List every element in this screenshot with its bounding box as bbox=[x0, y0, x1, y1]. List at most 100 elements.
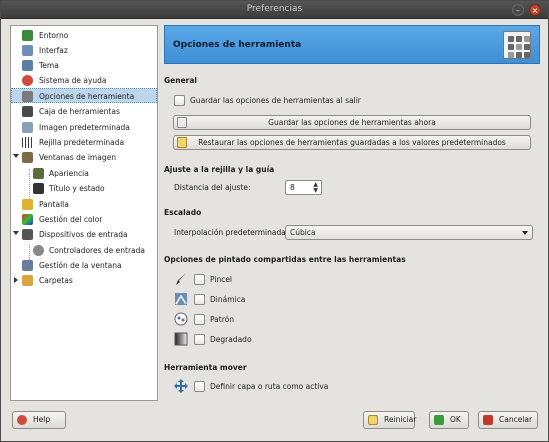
sidebar-item-caja-de-herramientas[interactable]: Caja de herramientas bbox=[11, 104, 157, 119]
share-gradient-checkbox[interactable] bbox=[194, 334, 205, 345]
share-gradient-label: Degradado bbox=[210, 335, 252, 344]
sidebar-item-label: Rejilla predeterminada bbox=[39, 138, 125, 147]
save-on-exit-label: Guardar las opciones de herramientas al … bbox=[190, 96, 361, 105]
expander-closed-icon[interactable] bbox=[14, 277, 18, 283]
share-pattern-checkbox[interactable] bbox=[194, 314, 205, 325]
save-now-label: Guardar las opciones de herramientas aho… bbox=[268, 118, 436, 127]
section-paint-options-title: Opciones de pintado compartidas entre la… bbox=[164, 255, 406, 264]
input-controllers-icon bbox=[33, 245, 44, 256]
section-move-tool-title: Herramienta mover bbox=[164, 363, 247, 372]
color-management-icon bbox=[22, 214, 33, 225]
sidebar-item-label: Carpetas bbox=[39, 276, 73, 285]
save-on-exit-checkbox[interactable] bbox=[174, 95, 185, 106]
help-system-icon bbox=[22, 75, 33, 86]
tool-options-panel: Opciones de herramienta General Guardar … bbox=[164, 25, 540, 401]
help-label: Help bbox=[33, 415, 51, 424]
expander-open-icon[interactable] bbox=[13, 231, 19, 235]
interpolation-value: Cúbica bbox=[290, 228, 316, 237]
sidebar-item-label: Tema bbox=[39, 61, 59, 70]
sidebar-item-label: Controladores de entrada bbox=[49, 246, 145, 255]
snap-distance-stepper[interactable]: 8 ▲ ▼ bbox=[285, 180, 322, 195]
default-image-icon bbox=[22, 122, 33, 133]
help-icon bbox=[17, 415, 27, 425]
share-pattern-label: Patrón bbox=[210, 315, 234, 324]
tool-options-large-icon bbox=[503, 31, 531, 59]
sidebar-item-tema[interactable]: Tema bbox=[11, 58, 157, 73]
cancel-label: Cancelar bbox=[499, 415, 533, 424]
sidebar-item-ventanas-de-imagen[interactable]: Ventanas de imagen bbox=[11, 150, 157, 165]
reset-button[interactable]: Reiniciar bbox=[363, 411, 417, 429]
sidebar-item-sistema-de-ayuda[interactable]: Sistema de ayuda bbox=[11, 73, 157, 88]
restore-label: Restaurar las opciones de herramientas g… bbox=[198, 138, 506, 147]
sidebar-item-carpetas[interactable]: Carpetas bbox=[11, 273, 157, 288]
share-brush-label: Pincel bbox=[210, 275, 233, 284]
title-bar[interactable]: Preferencias – × bbox=[1, 1, 548, 19]
restore-defaults-button[interactable]: Restaurar las opciones de herramientas g… bbox=[173, 135, 531, 150]
sidebar-item-controladores-de-entrada[interactable]: Controladores de entrada bbox=[11, 243, 157, 258]
sidebar-item-gestion-del-color[interactable]: Gestión del color bbox=[11, 212, 157, 227]
share-brush-checkbox[interactable] bbox=[194, 274, 205, 285]
cancel-button[interactable]: Cancelar bbox=[478, 411, 538, 429]
share-dynamics-checkbox[interactable] bbox=[194, 294, 205, 305]
page-title: Opciones de herramienta bbox=[173, 40, 302, 50]
interface-icon bbox=[22, 45, 33, 56]
title-status-icon bbox=[33, 183, 44, 194]
interpolation-select[interactable]: Cúbica bbox=[285, 225, 533, 240]
dynamics-icon bbox=[175, 293, 187, 305]
reset-label: Reiniciar bbox=[384, 415, 417, 424]
panel-header: Opciones de herramienta bbox=[164, 25, 540, 64]
window-management-icon bbox=[22, 260, 33, 271]
sidebar-item-interfaz[interactable]: Interfaz bbox=[11, 43, 157, 58]
interpolation-label: Interpolación predeterminada: bbox=[174, 228, 289, 237]
sidebar-item-label: Gestión de la ventana bbox=[39, 261, 122, 270]
save-icon bbox=[177, 117, 187, 128]
sidebar-item-dispositivos-de-entrada[interactable]: Dispositivos de entrada bbox=[11, 227, 157, 242]
snap-distance-value: 8 bbox=[290, 183, 295, 192]
sidebar-item-label: Sistema de ayuda bbox=[39, 76, 107, 85]
sidebar-item-label: Opciones de herramienta bbox=[39, 92, 135, 101]
expander-open-icon[interactable] bbox=[13, 154, 19, 158]
sidebar-item-apariencia[interactable]: Apariencia bbox=[11, 166, 157, 181]
preferences-window: Preferencias – × Entorno Interfaz Tema S… bbox=[0, 0, 549, 442]
section-scaling-title: Escalado bbox=[164, 208, 202, 217]
sidebar-item-label: Ventanas de imagen bbox=[39, 153, 116, 162]
sidebar-item-rejilla-predeterminada[interactable]: Rejilla predeterminada bbox=[11, 135, 157, 150]
section-snap-title: Ajuste a la rejilla y la guía bbox=[164, 165, 275, 174]
reset-icon bbox=[368, 415, 378, 425]
default-grid-icon bbox=[22, 137, 33, 148]
folders-icon bbox=[22, 275, 33, 286]
preferences-sidebar[interactable]: Entorno Interfaz Tema Sistema de ayuda O… bbox=[10, 25, 158, 401]
sidebar-item-titulo-y-estado[interactable]: Título y estado bbox=[11, 181, 157, 196]
pattern-icon bbox=[174, 312, 188, 326]
environment-icon bbox=[22, 30, 33, 41]
sidebar-item-label: Imagen predeterminada bbox=[39, 123, 130, 132]
save-tool-options-now-button[interactable]: Guardar las opciones de herramientas aho… bbox=[173, 115, 531, 130]
stepper-arrows-icon[interactable]: ▲ ▼ bbox=[313, 182, 318, 194]
cancel-icon bbox=[483, 415, 493, 425]
close-window-button[interactable]: × bbox=[529, 4, 541, 16]
sidebar-item-entorno[interactable]: Entorno bbox=[11, 28, 157, 43]
toolbox-icon bbox=[22, 106, 33, 117]
checkmark-icon bbox=[434, 415, 444, 425]
share-dynamics-label: Dinámica bbox=[210, 295, 246, 304]
appearance-icon bbox=[33, 168, 44, 179]
sidebar-item-label: Interfaz bbox=[39, 46, 68, 55]
brush-icon bbox=[176, 273, 186, 285]
restore-icon bbox=[177, 137, 187, 148]
sidebar-item-label: Gestión del color bbox=[39, 215, 103, 224]
sidebar-item-imagen-predeterminada[interactable]: Imagen predeterminada bbox=[11, 120, 157, 135]
sidebar-item-pantalla[interactable]: Pantalla bbox=[11, 197, 157, 212]
sidebar-item-label: Dispositivos de entrada bbox=[39, 230, 128, 239]
sidebar-item-label: Apariencia bbox=[49, 169, 89, 178]
theme-icon bbox=[22, 60, 33, 71]
ok-button[interactable]: OK bbox=[429, 411, 469, 429]
sidebar-item-opciones-de-herramienta[interactable]: Opciones de herramienta bbox=[11, 88, 157, 103]
sidebar-item-label: Pantalla bbox=[39, 200, 69, 209]
display-icon bbox=[22, 199, 33, 210]
ok-label: OK bbox=[450, 415, 461, 424]
move-set-active-checkbox[interactable] bbox=[194, 381, 205, 392]
sidebar-item-label: Caja de herramientas bbox=[39, 107, 120, 116]
minimize-button[interactable]: – bbox=[512, 4, 524, 16]
sidebar-item-gestion-de-la-ventana[interactable]: Gestión de la ventana bbox=[11, 258, 157, 273]
help-button[interactable]: Help bbox=[12, 411, 66, 429]
